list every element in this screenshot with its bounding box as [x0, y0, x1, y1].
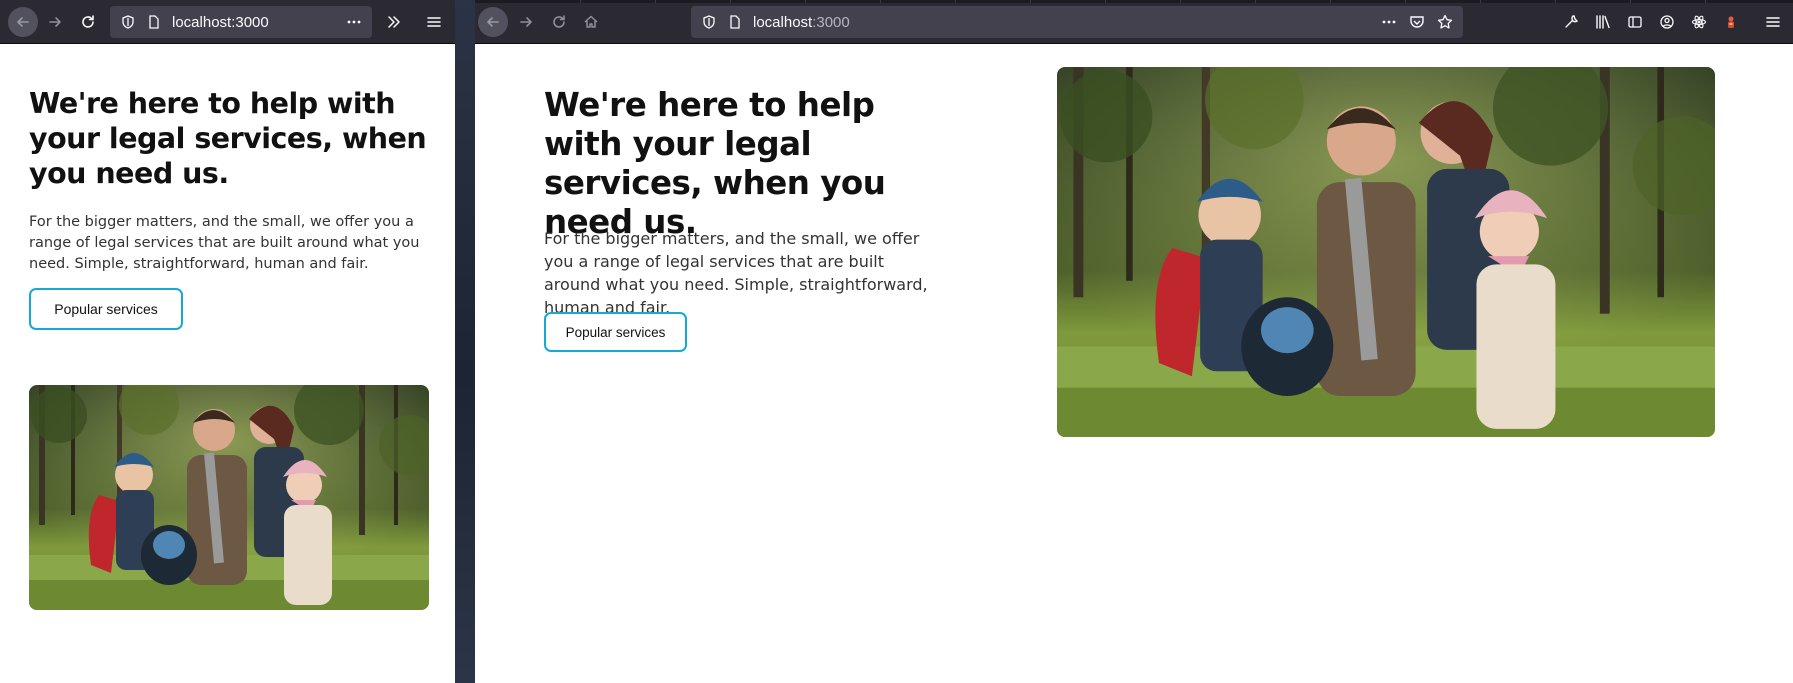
popular-services-button[interactable]: Popular services — [544, 312, 687, 352]
hamburger-menu-icon[interactable] — [1758, 7, 1788, 37]
address-bar[interactable]: localhost:3000 — [691, 6, 1463, 38]
reload-icon[interactable] — [544, 7, 574, 37]
browser-window-wide: localhost:3000 We're here to help with y… — [475, 0, 1793, 683]
home-icon[interactable] — [576, 7, 606, 37]
page-viewport: We're here to help with your legal servi… — [475, 44, 1793, 683]
extension-icon[interactable] — [1716, 7, 1746, 37]
shield-icon[interactable] — [701, 14, 717, 30]
more-icon[interactable] — [346, 14, 362, 30]
browser-window-narrow: localhost:3000 We're here to help with y… — [0, 0, 455, 683]
reload-icon[interactable] — [73, 7, 103, 37]
back-arrow-icon[interactable] — [8, 7, 38, 37]
react-icon[interactable] — [1684, 7, 1714, 37]
forward-arrow-icon[interactable] — [511, 7, 541, 37]
hero-image — [1057, 67, 1715, 437]
page-icon[interactable] — [727, 14, 743, 30]
family-hiking-photo — [29, 385, 429, 610]
shield-icon[interactable] — [120, 14, 136, 30]
address-bar[interactable]: localhost:3000 — [110, 6, 372, 38]
url-port: :3000 — [812, 13, 850, 31]
chevrons-right-icon[interactable] — [379, 7, 409, 37]
hero-text: For the bigger matters, and the small, w… — [29, 214, 420, 272]
page-viewport: We're here to help with your legal servi… — [0, 44, 455, 683]
popular-services-button[interactable]: Popular services — [29, 288, 183, 330]
more-icon[interactable] — [1381, 14, 1397, 35]
back-arrow-icon[interactable] — [478, 7, 508, 37]
url-text[interactable]: localhost:3000 — [753, 14, 850, 31]
star-icon[interactable] — [1437, 14, 1453, 35]
hero-title: We're here to help with your legal servi… — [29, 87, 427, 190]
wrench-icon[interactable] — [1556, 7, 1586, 37]
pocket-icon[interactable] — [1409, 14, 1425, 35]
url-host: localhost — [753, 13, 813, 31]
page-icon[interactable] — [146, 14, 162, 30]
browser-toolbar: localhost:3000 — [475, 3, 1793, 44]
account-icon[interactable] — [1652, 7, 1682, 37]
library-icon[interactable] — [1588, 7, 1618, 37]
forward-arrow-icon[interactable] — [40, 7, 70, 37]
hero-text: For the bigger matters, and the small, w… — [544, 229, 928, 317]
hero-title: We're here to help with your legal servi… — [544, 86, 886, 241]
family-hiking-photo — [1057, 67, 1715, 437]
sidebar-icon[interactable] — [1620, 7, 1650, 37]
hero-image — [29, 385, 429, 610]
url-text[interactable]: localhost:3000 — [172, 14, 269, 31]
browser-toolbar: localhost:3000 — [0, 0, 455, 44]
hamburger-menu-icon[interactable] — [419, 7, 449, 37]
